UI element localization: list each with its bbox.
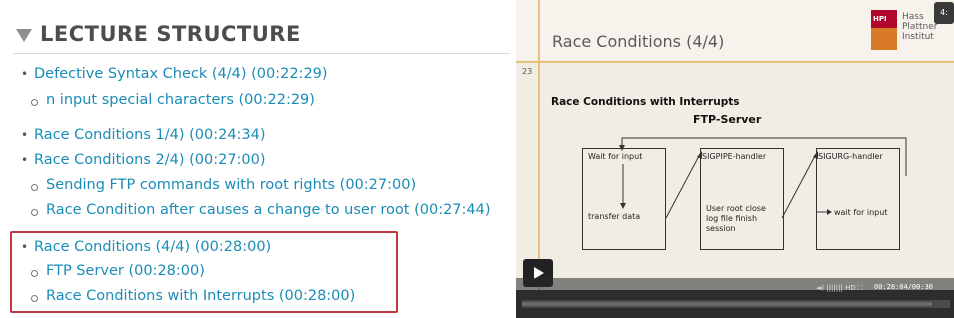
progress-bar[interactable] xyxy=(522,300,950,308)
subchapter-link-sending-ftp-commands[interactable]: Sending FTP commands with root rights (0… xyxy=(31,177,416,193)
lecture-structure-title: LECTURE STRUCTURE xyxy=(40,22,301,46)
collapse-triangle-icon[interactable] xyxy=(16,28,32,42)
hollow-bullet-icon xyxy=(31,209,38,216)
chapter-label[interactable]: Race Conditions (4/4) (00:28:00) xyxy=(34,239,271,255)
hollow-bullet-icon xyxy=(31,270,38,277)
subchapter-link-race-condition-change-root[interactable]: Race Condition after causes a change to … xyxy=(31,202,491,218)
video-player[interactable]: Race Conditions (4/4) 23 HPI Hass Plattn… xyxy=(516,0,954,318)
subchapter-link-race-conditions-interrupts[interactable]: Race Conditions with Interrupts (00:28:0… xyxy=(31,288,355,304)
box3-bottom-label: wait for input xyxy=(834,208,888,217)
hd-toggle[interactable]: HD xyxy=(845,284,856,292)
box2-to-box3-line xyxy=(781,153,817,219)
chapter-link-defective-syntax-check[interactable]: • Defective Syntax Check (4/4) (00:22:29… xyxy=(21,66,328,82)
bullet-icon: • xyxy=(21,153,29,167)
box1-bottom-label: transfer data xyxy=(588,212,641,221)
time-readout: 00:28:04/00:30 xyxy=(874,283,934,291)
chapter-link-race-conditions-2[interactable]: • Race Conditions 2/4) (00:27:00) xyxy=(21,152,266,168)
subchapter-label[interactable]: n input special characters (00:22:29) xyxy=(46,92,315,108)
subchapter-label[interactable]: FTP Server (00:28:00) xyxy=(46,263,205,279)
hollow-bullet-icon xyxy=(31,184,38,191)
progress-fill xyxy=(522,302,932,306)
hollow-bullet-icon xyxy=(31,99,38,106)
box-sigurg-handler xyxy=(816,148,900,250)
bullet-icon: • xyxy=(21,67,29,81)
box3-top-label: SIGURG-handler xyxy=(818,152,883,161)
box1-to-box2-line xyxy=(665,153,701,219)
box2-top-label: SIGPIPE-handler xyxy=(702,152,767,161)
lecture-structure-header[interactable]: LECTURE STRUCTURE xyxy=(16,22,301,46)
box-sigpipe-handler xyxy=(700,148,784,250)
hollow-bullet-icon xyxy=(31,295,38,302)
chapter-link-race-conditions-4[interactable]: • Race Conditions (4/4) (00:28:00) xyxy=(21,239,271,255)
bullet-icon: • xyxy=(21,128,29,142)
chapter-link-race-conditions-1[interactable]: • Race Conditions 1/4) (00:24:34) xyxy=(21,127,266,143)
subchapter-link-ftp-server[interactable]: FTP Server (00:28:00) xyxy=(31,263,205,279)
chapter-label[interactable]: Defective Syntax Check (4/4) (00:22:29) xyxy=(34,66,328,82)
subchapter-link-input-special-characters[interactable]: n input special characters (00:22:29) xyxy=(31,92,315,108)
lecture-structure-panel: LECTURE STRUCTURE • Defective Syntax Che… xyxy=(0,0,514,318)
subchapter-label[interactable]: Race Condition after causes a change to … xyxy=(46,202,491,218)
chapter-label[interactable]: Race Conditions 1/4) (00:24:34) xyxy=(34,127,266,143)
bullet-icon: • xyxy=(21,240,29,254)
volume-and-quality-icons[interactable]: ◄) ||||||| HD ⛶ xyxy=(816,284,863,293)
header-divider xyxy=(13,53,510,54)
box2-bottom-label: User root close log file finish session xyxy=(706,204,766,233)
subchapter-label[interactable]: Sending FTP commands with root rights (0… xyxy=(46,177,416,193)
box-wait-for-input xyxy=(582,148,666,250)
box1-top-label: Wait for input xyxy=(588,152,643,161)
chapter-label[interactable]: Race Conditions 2/4) (00:27:00) xyxy=(34,152,266,168)
subchapter-label[interactable]: Race Conditions with Interrupts (00:28:0… xyxy=(46,288,355,304)
